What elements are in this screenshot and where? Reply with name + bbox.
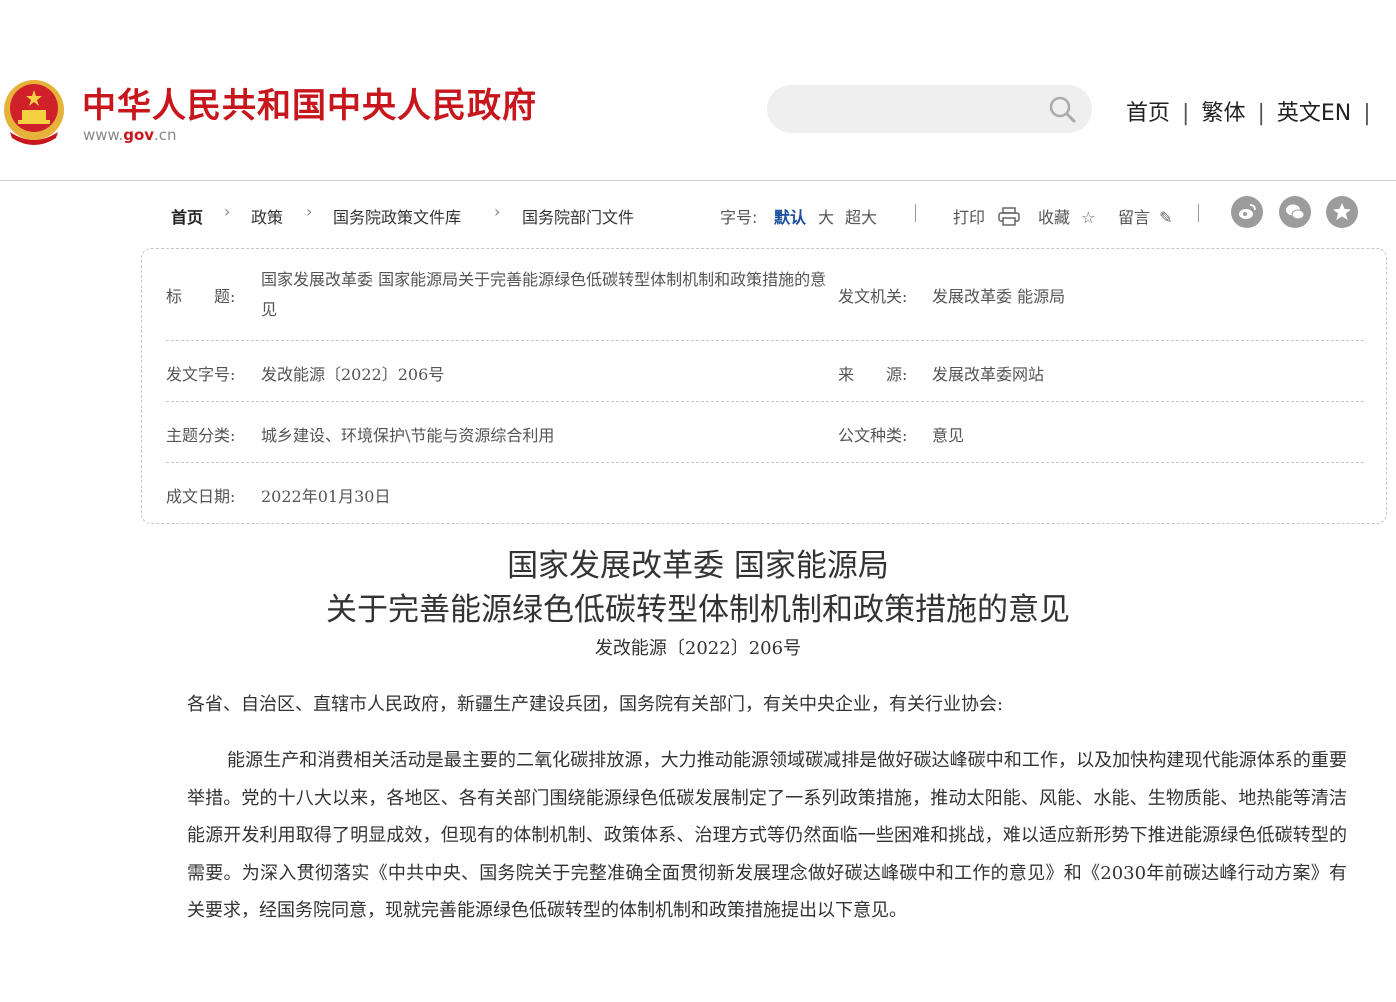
date-label: 成文日期:: [166, 487, 236, 506]
font-size-xlarge[interactable]: 超大: [845, 204, 877, 228]
type-value: 意见: [932, 426, 965, 445]
info-row-topic: 主题分类: 城乡建设、环境保护\节能与资源综合利用 公文种类: 意见: [166, 402, 1364, 463]
weibo-icon[interactable]: [1231, 196, 1263, 228]
nav-separator: |: [1363, 101, 1371, 126]
print-button[interactable]: 打印: [953, 204, 1020, 228]
breadcrumb-home[interactable]: 首页: [171, 204, 203, 228]
topic-label: 主题分类:: [166, 426, 236, 445]
info-row-docno: 发文字号: 发改能源〔2022〕206号 来 源: 发展改革委网站: [166, 341, 1364, 402]
favorite-label: 收藏: [1038, 208, 1071, 227]
font-size-large[interactable]: 大: [818, 204, 834, 228]
article-paragraph: 能源生产和消费相关活动是最主要的二氧化碳排放源，大力推动能源领域碳减排是做好碳达…: [187, 750, 1347, 922]
printer-icon: [998, 207, 1020, 226]
type-label: 公文种类:: [838, 426, 908, 445]
wechat-icon[interactable]: [1279, 196, 1311, 228]
font-size-default[interactable]: 默认: [774, 204, 806, 228]
title-value: 国家发展改革委 国家能源局关于完善能源绿色低碳转型体制机制和政策措施的意见: [261, 270, 827, 319]
title-label: 标 题:: [166, 287, 236, 306]
article-title-line2: 关于完善能源绿色低碳转型体制机制和政策措施的意见: [326, 592, 1070, 628]
nav-separator: |: [1182, 101, 1190, 126]
document-info-box: 标 题: 国家发展改革委 国家能源局关于完善能源绿色低碳转型体制机制和政策措施的…: [141, 248, 1387, 524]
comment-label: 留言: [1118, 208, 1151, 227]
article-title-line1: 国家发展改革委 国家能源局: [507, 548, 889, 584]
docno-label: 发文字号:: [166, 365, 236, 384]
search-icon[interactable]: [1048, 95, 1076, 123]
pencil-icon: ✎: [1159, 208, 1173, 227]
search-box: [767, 85, 1092, 133]
favorite-share-icon[interactable]: [1326, 196, 1358, 228]
favorite-button[interactable]: 收藏 ☆: [1038, 204, 1095, 228]
issuer-value: 发展改革委 能源局: [932, 287, 1066, 306]
nav-traditional-link[interactable]: 繁体: [1201, 101, 1245, 126]
breadcrumb-department-docs[interactable]: 国务院部门文件: [522, 204, 634, 228]
info-row-date: 成文日期: 2022年01月30日: [166, 463, 1364, 523]
source-value: 发展改革委网站: [932, 365, 1045, 384]
article-doc-number: 发改能源〔2022〕206号: [594, 638, 802, 659]
docno-value: 发改能源〔2022〕206号: [261, 365, 445, 384]
site-name[interactable]: 中华人民共和国中央人民政府: [82, 78, 537, 127]
comment-button[interactable]: 留言 ✎: [1118, 204, 1173, 228]
issuer-label: 发文机关:: [838, 287, 908, 306]
chevron-right-icon: ›: [306, 202, 313, 221]
top-nav: 首页 | 繁体 | 英文EN |: [1126, 95, 1383, 127]
nav-english-link[interactable]: 英文EN: [1277, 101, 1351, 126]
site-url: www.gov.cn: [83, 126, 177, 144]
divider: [1198, 204, 1199, 222]
nav-home-link[interactable]: 首页: [1126, 101, 1170, 126]
star-icon: ☆: [1081, 208, 1096, 227]
search-input[interactable]: [791, 97, 1045, 123]
divider: [915, 204, 916, 222]
breadcrumb-policy-library[interactable]: 国务院政策文件库: [333, 204, 461, 228]
topic-value: 城乡建设、环境保护\节能与资源综合利用: [261, 426, 555, 445]
info-row-title: 标 题: 国家发展改革委 国家能源局关于完善能源绿色低碳转型体制机制和政策措施的…: [166, 249, 1364, 341]
site-url-domain: gov: [123, 126, 155, 144]
site-header: 中华人民共和国中央人民政府 www.gov.cn 首页 | 繁体 | 英文EN |: [0, 0, 1396, 181]
breadcrumb-policy[interactable]: 政策: [251, 204, 283, 228]
chevron-right-icon: ›: [494, 202, 501, 221]
national-emblem-icon[interactable]: [2, 76, 66, 146]
source-label: 来 源:: [838, 365, 908, 384]
print-label: 打印: [953, 208, 986, 227]
nav-separator: |: [1257, 101, 1265, 126]
article-salutation: 各省、自治区、直辖市人民政府，新疆生产建设兵团，国务院有关部门，有关中央企业，有…: [187, 694, 1004, 715]
chevron-right-icon: ›: [224, 202, 231, 221]
font-size-default-label: 默认: [774, 208, 807, 227]
site-url-prefix: www.: [83, 126, 124, 144]
toolbar: 首页 › 政策 › 国务院政策文件库 › 国务院部门文件 字号: 默认 大 超大…: [0, 196, 1396, 232]
date-value: 2022年01月30日: [261, 487, 391, 506]
font-size-label: 字号:: [720, 208, 758, 227]
site-url-suffix: .cn: [154, 126, 177, 144]
